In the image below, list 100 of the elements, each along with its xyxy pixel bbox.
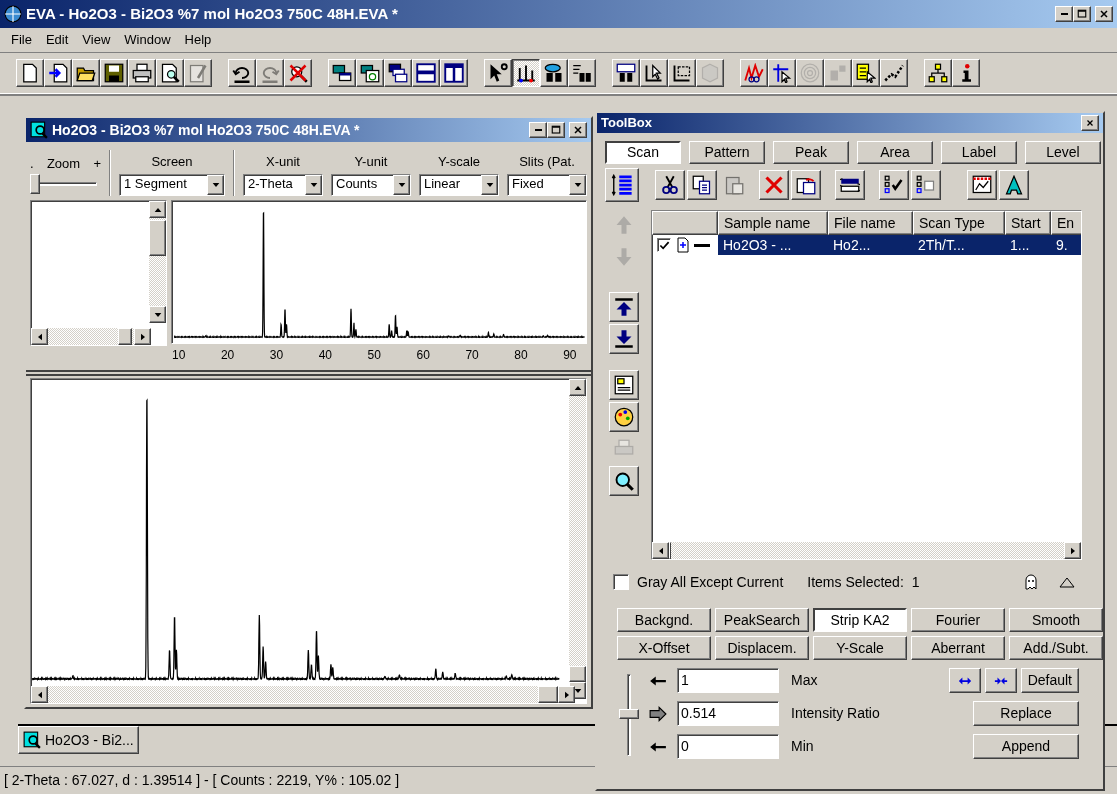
operation-button[interactable]: Fourier bbox=[911, 608, 1005, 632]
toolbox-button[interactable] bbox=[609, 402, 639, 432]
toolbox-button[interactable] bbox=[609, 324, 639, 354]
tab[interactable]: Level bbox=[1025, 141, 1101, 164]
menu-item[interactable]: Help bbox=[177, 30, 219, 50]
row-checkbox[interactable] bbox=[657, 238, 671, 252]
minimize-button[interactable] bbox=[529, 122, 547, 138]
operation-button[interactable]: PeakSearch bbox=[715, 608, 809, 632]
toolbox-button[interactable] bbox=[687, 170, 717, 200]
zoom-in-label: + bbox=[93, 156, 101, 172]
document-tab[interactable]: Ho2O3 - Bi2... bbox=[18, 726, 139, 754]
operation-button[interactable]: Smooth bbox=[1009, 608, 1103, 632]
operation-button[interactable]: X-Offset bbox=[617, 636, 711, 660]
tab[interactable]: Area bbox=[857, 141, 933, 164]
menu-item[interactable]: Edit bbox=[38, 30, 76, 50]
slider-thumb[interactable] bbox=[30, 174, 40, 194]
toolbox-button[interactable] bbox=[835, 170, 865, 200]
scroll-left-button[interactable] bbox=[652, 542, 669, 559]
intensity-slider[interactable] bbox=[619, 672, 639, 758]
minimize-button[interactable] bbox=[1055, 6, 1073, 22]
peaks-icon bbox=[516, 63, 536, 83]
scroll-right-button[interactable] bbox=[134, 328, 151, 345]
close-button[interactable] bbox=[569, 122, 587, 138]
close-button[interactable] bbox=[1095, 6, 1113, 22]
column-header[interactable] bbox=[652, 211, 718, 235]
menu-item[interactable]: File bbox=[4, 30, 39, 50]
axis-tick-label: 60 bbox=[416, 348, 430, 363]
checkbox[interactable] bbox=[613, 574, 629, 590]
dropdown[interactable]: Fixed bbox=[507, 174, 587, 196]
toolbox-button[interactable] bbox=[999, 170, 1029, 200]
column-header[interactable]: File name bbox=[828, 211, 913, 235]
dropdown[interactable]: 1 Segment bbox=[119, 174, 225, 196]
toolbox-button[interactable] bbox=[911, 170, 941, 200]
expand-button[interactable] bbox=[948, 668, 981, 693]
scroll-thumb[interactable] bbox=[538, 686, 558, 703]
toolbox-button[interactable] bbox=[609, 370, 639, 400]
toolbox-button[interactable] bbox=[879, 170, 909, 200]
operation-button[interactable]: Displacem. bbox=[715, 636, 809, 660]
tab[interactable]: Peak bbox=[773, 141, 849, 164]
scroll-up-button[interactable] bbox=[149, 201, 166, 218]
target-icon bbox=[800, 63, 820, 83]
scroll-left-button[interactable] bbox=[31, 328, 48, 345]
action-button[interactable]: Replace bbox=[973, 701, 1079, 726]
copy-icon bbox=[692, 175, 712, 195]
axis-pointer-icon bbox=[644, 63, 664, 83]
contract-button[interactable] bbox=[984, 668, 1017, 693]
slider-thumb[interactable] bbox=[619, 709, 639, 719]
paste-icon bbox=[724, 175, 744, 195]
delete-icon bbox=[764, 175, 784, 195]
dropdown[interactable]: Linear bbox=[419, 174, 499, 196]
scroll-right-button[interactable] bbox=[1064, 542, 1081, 559]
column-header[interactable]: Start bbox=[1005, 211, 1051, 235]
operation-button[interactable]: Backgnd. bbox=[617, 608, 711, 632]
input-field[interactable]: 0 bbox=[677, 734, 779, 759]
maximize-button[interactable] bbox=[547, 122, 565, 138]
scroll-thumb[interactable] bbox=[149, 220, 166, 256]
scroll-thumb[interactable] bbox=[569, 666, 586, 682]
toolbar-button[interactable] bbox=[512, 59, 540, 87]
move-to-top-icon bbox=[614, 297, 634, 317]
action-button[interactable]: Append bbox=[973, 734, 1079, 759]
peak-scissors-icon bbox=[744, 63, 764, 83]
operation-button[interactable]: Aberrant bbox=[911, 636, 1005, 660]
scroll-up-button[interactable] bbox=[569, 379, 586, 396]
toolbox-button[interactable] bbox=[791, 170, 821, 200]
menu-item[interactable]: Window bbox=[117, 30, 178, 50]
maximize-button[interactable] bbox=[1073, 6, 1091, 22]
toolbox-button[interactable] bbox=[609, 466, 639, 496]
operation-button[interactable]: Y-Scale bbox=[813, 636, 907, 660]
scroll-right-button[interactable] bbox=[558, 686, 575, 703]
operation-button[interactable]: Add./Subt. bbox=[1009, 636, 1103, 660]
toolbox-button[interactable] bbox=[967, 170, 997, 200]
axis-selection-icon bbox=[672, 63, 692, 83]
toolbox-button[interactable] bbox=[609, 292, 639, 322]
scroll-thumb[interactable] bbox=[118, 328, 132, 345]
swap-icon bbox=[840, 175, 860, 195]
input-field[interactable]: 0.514 bbox=[677, 701, 779, 726]
input-field[interactable]: 1 bbox=[677, 668, 779, 693]
windows-icon bbox=[360, 63, 380, 83]
toolbox-button[interactable] bbox=[605, 168, 639, 202]
scroll-left-button[interactable] bbox=[31, 686, 48, 703]
column-header[interactable]: Scan Type bbox=[913, 211, 1005, 235]
axis-tick-label: 50 bbox=[367, 348, 381, 363]
tab[interactable]: Label bbox=[941, 141, 1017, 164]
column-header[interactable]: En bbox=[1051, 211, 1081, 235]
dropdown[interactable]: 2-Theta bbox=[243, 174, 323, 196]
operation-button[interactable]: Strip KA2 bbox=[813, 608, 907, 632]
dropdown[interactable]: Counts bbox=[331, 174, 411, 196]
scroll-thumb[interactable] bbox=[669, 542, 671, 559]
uncheck-all-icon bbox=[916, 175, 936, 195]
close-button[interactable] bbox=[1081, 115, 1099, 131]
action-button[interactable]: Default bbox=[1020, 668, 1079, 693]
tab[interactable]: Scan bbox=[605, 141, 681, 164]
scroll-down-button[interactable] bbox=[149, 306, 166, 323]
tab[interactable]: Pattern bbox=[689, 141, 765, 164]
toolbox-button[interactable] bbox=[759, 170, 789, 200]
column-header[interactable]: Sample name bbox=[718, 211, 828, 235]
document-tab-label: Ho2O3 - Bi2... bbox=[45, 731, 134, 749]
menu-item[interactable]: View bbox=[75, 30, 118, 50]
cascade-icon bbox=[388, 63, 408, 83]
toolbox-button[interactable] bbox=[655, 170, 685, 200]
